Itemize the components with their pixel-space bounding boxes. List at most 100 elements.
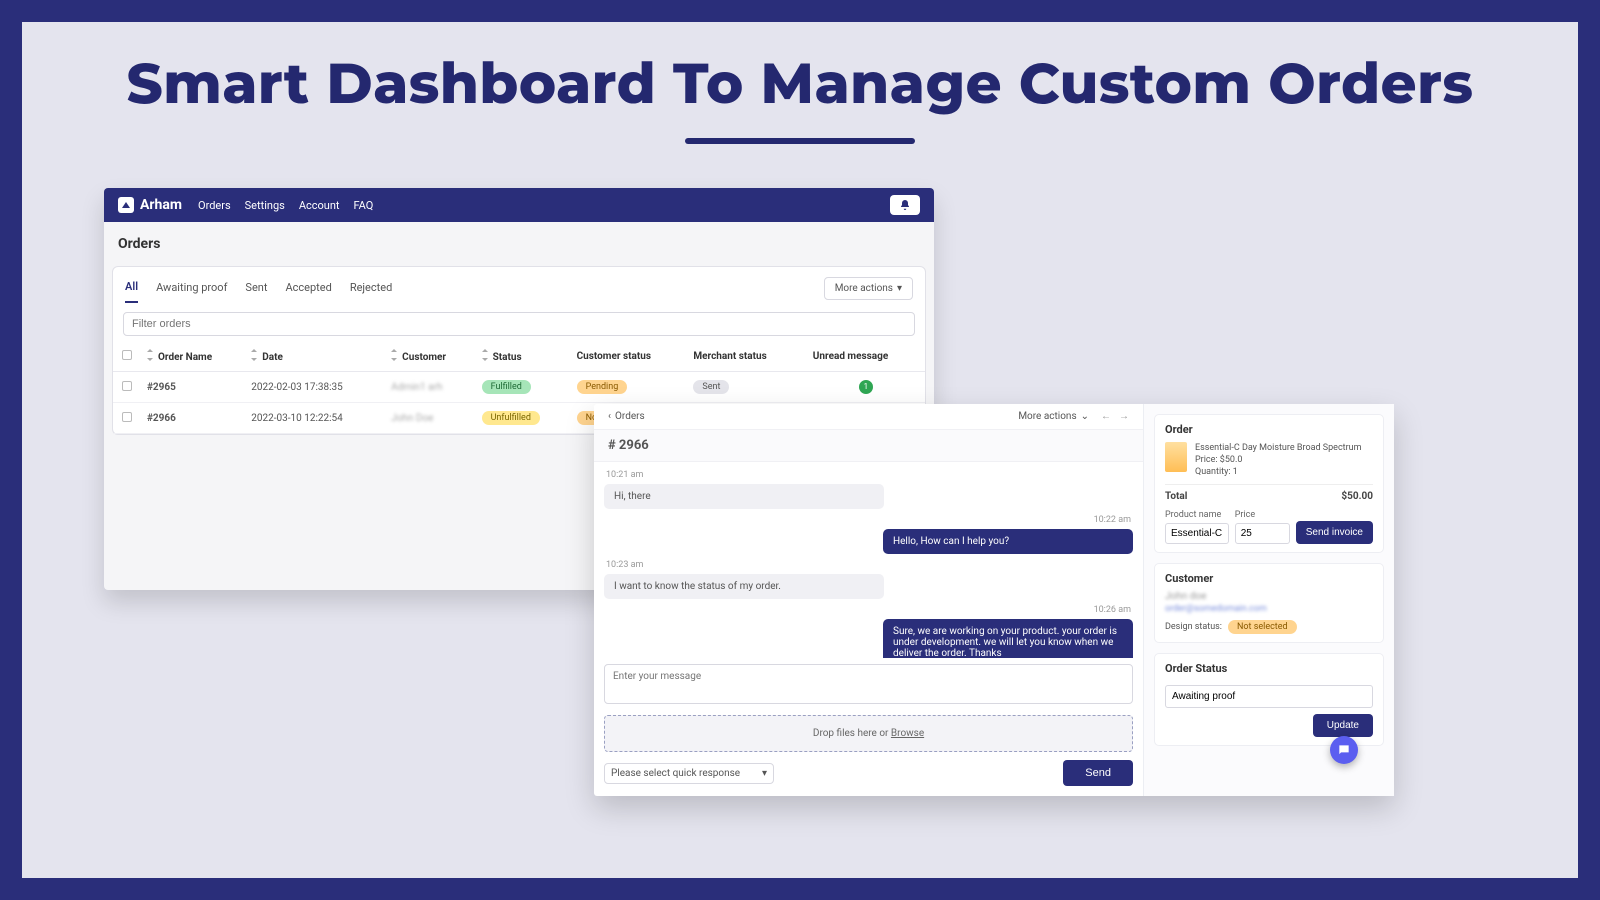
- message-in: I want to know the status of my order.: [604, 574, 884, 599]
- send-invoice-button[interactable]: Send invoice: [1296, 521, 1373, 544]
- status-badge: Unfulfilled: [482, 411, 540, 425]
- sort-icon[interactable]: [482, 350, 489, 360]
- nav-settings[interactable]: Settings: [245, 199, 285, 212]
- message-timestamp: 10:23 am: [606, 560, 1131, 570]
- sort-icon[interactable]: [251, 350, 258, 360]
- nav-orders[interactable]: Orders: [198, 199, 231, 212]
- sort-icon[interactable]: [391, 350, 398, 360]
- order-status-panel: Order Status Update: [1154, 653, 1384, 746]
- back-label: Orders: [615, 411, 645, 422]
- order-status-title: Order Status: [1165, 662, 1373, 675]
- chat-fab[interactable]: [1330, 736, 1358, 764]
- update-status-button[interactable]: Update: [1313, 714, 1373, 737]
- chevron-down-icon: ⌄: [1081, 411, 1089, 422]
- product-qty: Quantity: 1: [1195, 466, 1362, 478]
- order-panel: Order Essential-C Day Moisture Broad Spe…: [1154, 414, 1384, 553]
- field-product-label: Product name: [1165, 510, 1229, 520]
- message-input[interactable]: [604, 664, 1133, 704]
- message-in: Hi, there: [604, 484, 884, 509]
- customer-status-badge: Pending: [577, 380, 628, 394]
- total-value: $50.00: [1341, 491, 1373, 502]
- merchant-status-badge: Sent: [693, 380, 729, 394]
- order-status-input[interactable]: [1165, 685, 1373, 708]
- dropzone-text: Drop files here or: [813, 728, 891, 739]
- tab-all[interactable]: All: [125, 280, 138, 303]
- chevron-left-icon: ‹: [608, 411, 611, 422]
- send-button[interactable]: Send: [1063, 760, 1133, 786]
- field-product-input[interactable]: [1165, 523, 1229, 544]
- order-id: # 2966: [594, 430, 1143, 462]
- col-date[interactable]: Date: [262, 352, 283, 363]
- product-image: [1165, 442, 1187, 472]
- col-order-name[interactable]: Order Name: [158, 352, 212, 363]
- col-merchant-status[interactable]: Merchant status: [693, 351, 766, 362]
- bell-icon: [899, 199, 911, 211]
- total-label: Total: [1165, 491, 1187, 502]
- order-customer: Admin1 arh: [391, 382, 442, 393]
- more-actions-button[interactable]: More actions ▾: [824, 277, 913, 300]
- row-checkbox[interactable]: [122, 381, 132, 391]
- next-order-arrow-icon[interactable]: →: [1119, 411, 1129, 422]
- design-status-label: Design status:: [1165, 622, 1222, 632]
- field-price-label: Price: [1235, 510, 1290, 520]
- select-all-checkbox[interactable]: [122, 350, 132, 360]
- chat-thread[interactable]: 10:21 am Hi, there 10:22 am Hello, How can …: [594, 462, 1143, 658]
- section-title: Orders: [112, 236, 926, 252]
- caret-down-icon: ▾: [897, 283, 902, 294]
- order-customer: John Doe: [391, 413, 433, 424]
- order-link[interactable]: #2966: [147, 413, 176, 424]
- composer: Drop files here or Browse Please select …: [594, 658, 1143, 796]
- customer-panel: Customer John doe order@somedomain.com D…: [1154, 563, 1384, 643]
- more-actions-label: More actions: [835, 283, 893, 294]
- orders-tabs: All Awaiting proof Sent Accepted Rejecte…: [113, 267, 925, 306]
- message-out: Hello, How can I help you?: [883, 529, 1133, 554]
- brand[interactable]: Arham: [118, 197, 182, 213]
- col-unread[interactable]: Unread message: [813, 351, 888, 362]
- quick-response-select[interactable]: Please select quick response ▾: [604, 763, 774, 784]
- customer-panel-title: Customer: [1165, 572, 1373, 585]
- quick-response-label: Please select quick response: [611, 768, 740, 779]
- order-detail-app: ‹ Orders More actions ⌄ ← → # 2966 10:21…: [594, 404, 1394, 796]
- product-price: Price: $50.0: [1195, 454, 1362, 466]
- message-timestamp: 10:21 am: [606, 470, 1131, 480]
- browse-link[interactable]: Browse: [891, 728, 924, 739]
- status-badge: Fulfilled: [482, 380, 531, 394]
- customer-name: John doe: [1165, 591, 1373, 602]
- sort-icon[interactable]: [147, 350, 154, 360]
- table-row[interactable]: #2965 2022-02-03 17:38:35 Admin1 arh Ful…: [113, 372, 925, 403]
- brand-label: Arham: [140, 197, 182, 213]
- col-customer-status[interactable]: Customer status: [577, 351, 651, 362]
- row-checkbox[interactable]: [122, 412, 132, 422]
- design-status-badge: Not selected: [1228, 620, 1297, 634]
- brand-logo-icon: [118, 197, 134, 213]
- order-panel-title: Order: [1165, 423, 1373, 436]
- col-customer[interactable]: Customer: [402, 352, 446, 363]
- filter-orders-input[interactable]: [123, 312, 915, 336]
- tab-sent[interactable]: Sent: [245, 281, 267, 302]
- tab-rejected[interactable]: Rejected: [350, 281, 392, 302]
- nav-account[interactable]: Account: [299, 199, 340, 212]
- topbar: Arham Orders Settings Account FAQ: [104, 188, 934, 222]
- field-price-input[interactable]: [1235, 523, 1290, 544]
- unread-count: 1: [859, 380, 873, 394]
- nav-faq[interactable]: FAQ: [354, 199, 374, 212]
- file-dropzone[interactable]: Drop files here or Browse: [604, 715, 1133, 752]
- order-link[interactable]: #2965: [147, 382, 176, 393]
- message-timestamp: 10:26 am: [606, 605, 1131, 615]
- detail-more-actions[interactable]: More actions ⌄: [1018, 411, 1089, 422]
- select-caret-icon: ▾: [762, 768, 767, 779]
- order-date: 2022-02-03 17:38:35: [245, 372, 385, 403]
- tab-awaiting-proof[interactable]: Awaiting proof: [156, 281, 227, 302]
- tab-accepted[interactable]: Accepted: [285, 281, 331, 302]
- chat-bubble-icon: [1337, 743, 1351, 757]
- customer-email: order@somedomain.com: [1165, 604, 1373, 614]
- order-date: 2022-03-10 12:22:54: [245, 403, 385, 434]
- title-rule: [685, 138, 915, 144]
- col-status[interactable]: Status: [493, 352, 522, 363]
- message-out: Sure, we are working on your product. yo…: [883, 619, 1133, 658]
- message-timestamp: 10:22 am: [606, 515, 1131, 525]
- notifications-button[interactable]: [890, 195, 920, 215]
- back-to-orders[interactable]: ‹ Orders: [608, 411, 645, 422]
- prev-order-arrow-icon[interactable]: ←: [1101, 411, 1111, 422]
- record-nav: ← →: [1101, 411, 1129, 422]
